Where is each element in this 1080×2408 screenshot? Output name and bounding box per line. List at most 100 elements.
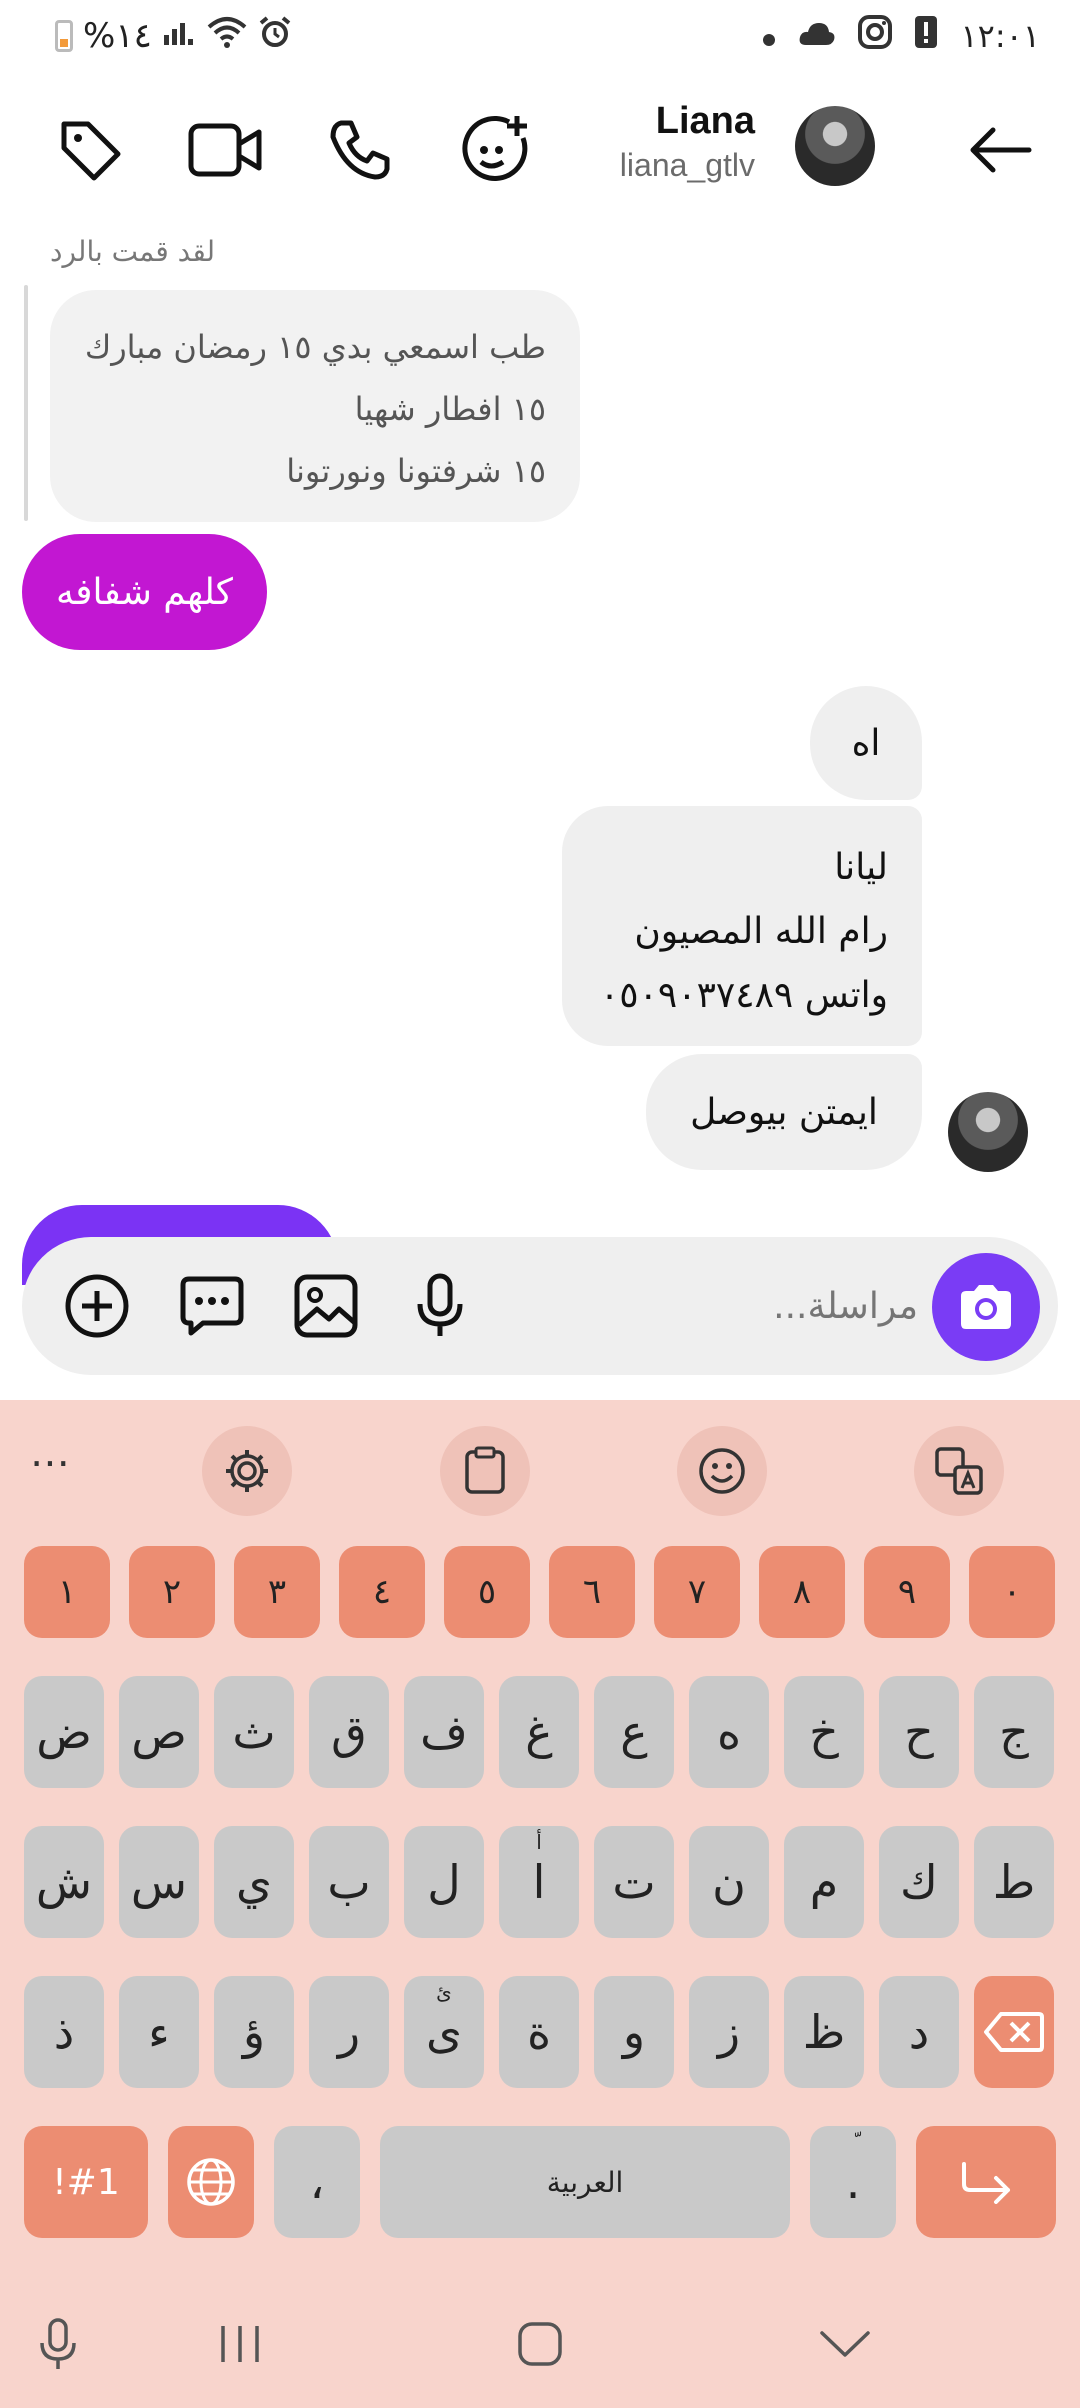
key-language[interactable] [168, 2126, 254, 2238]
key-tha[interactable]: ث [214, 1676, 294, 1788]
camera-button[interactable] [932, 1253, 1040, 1361]
reply-indicator-bar [24, 285, 28, 521]
incoming-message-bubble[interactable]: ليانا رام الله المصيون واتس ٠٥٠٩٠٣٧٤٨٩ [562, 806, 922, 1046]
outgoing-message-text: كلهم شفافه [56, 571, 233, 613]
key-5[interactable]: ٥ [444, 1546, 530, 1638]
key-4[interactable]: ٤ [339, 1546, 425, 1638]
key-alif-label: ا [532, 1855, 546, 1909]
hide-keyboard-icon[interactable] [805, 2304, 885, 2384]
voice-input-icon[interactable] [18, 2304, 98, 2384]
key-qaf[interactable]: ق [309, 1676, 389, 1788]
cloud-icon [798, 17, 836, 55]
key-period-label: . [845, 2155, 861, 2209]
key-alif-maqsura[interactable]: ئ ى [404, 1976, 484, 2088]
key-zah[interactable]: ظ [784, 1976, 864, 2088]
alarm-icon [258, 15, 292, 58]
phone-call-icon[interactable] [320, 110, 400, 190]
translate-icon[interactable] [914, 1426, 1004, 1516]
incoming-message-text: ايمتن بيوصل [690, 1091, 878, 1133]
replied-message-bubble[interactable]: طب اسمعي بدي ١٥ رمضان مبارك ١٥ افطار شهي… [50, 290, 580, 522]
video-call-icon[interactable] [185, 110, 265, 190]
key-alif-maqsura-alt: ئ [436, 1980, 452, 2004]
key-2[interactable]: ٢ [129, 1546, 215, 1638]
gallery-icon[interactable] [286, 1266, 366, 1346]
key-1[interactable]: ١ [24, 1546, 110, 1638]
key-alif[interactable]: أ ا [499, 1826, 579, 1938]
clipboard-icon[interactable] [440, 1426, 530, 1516]
key-3[interactable]: ٣ [234, 1546, 320, 1638]
key-dhal[interactable]: ذ [24, 1976, 104, 2088]
key-sad[interactable]: ص [119, 1676, 199, 1788]
battery-icon [55, 20, 73, 52]
status-bar: %١٤ ١٢:٠١ [0, 0, 1080, 72]
key-7[interactable]: ٧ [654, 1546, 740, 1638]
contact-username: liana_gtlv [619, 147, 755, 183]
add-circle-icon[interactable] [57, 1266, 137, 1346]
key-symbols[interactable]: !#1 [24, 2126, 148, 2238]
keyboard-more-button[interactable]: ⋯ [30, 1440, 72, 1486]
key-space[interactable]: العربية [380, 2126, 790, 2238]
keyboard-settings-icon[interactable] [202, 1426, 292, 1516]
wifi-icon [206, 15, 248, 58]
message-input[interactable] [538, 1272, 918, 1340]
key-ba[interactable]: ب [309, 1826, 389, 1938]
key-jim[interactable]: ج [974, 1676, 1054, 1788]
key-dad[interactable]: ض [24, 1676, 104, 1788]
emoji-icon[interactable] [677, 1426, 767, 1516]
battery-percent: %١٤ [83, 16, 152, 56]
key-backspace[interactable] [974, 1976, 1054, 2088]
key-sin[interactable]: س [119, 1826, 199, 1938]
contact-avatar[interactable] [795, 106, 875, 186]
replied-line: ١٥ شرفتونا ونورتونا [286, 452, 546, 490]
home-icon[interactable] [500, 2304, 580, 2384]
key-hamza[interactable]: ء [119, 1976, 199, 2088]
key-period[interactable]: ّ . [810, 2126, 896, 2238]
key-8[interactable]: ٨ [759, 1546, 845, 1638]
incoming-message-line: رام الله المصيون [634, 911, 888, 952]
key-ta[interactable]: ت [594, 1826, 674, 1938]
sticker-add-icon[interactable] [455, 110, 535, 190]
key-ra[interactable]: ر [309, 1976, 389, 2088]
key-shin[interactable]: ش [24, 1826, 104, 1938]
key-6[interactable]: ٦ [549, 1546, 635, 1638]
incoming-message-line: ليانا [834, 847, 888, 888]
chat-bubble-icon[interactable] [172, 1266, 252, 1346]
key-waw[interactable]: و [594, 1976, 674, 2088]
outgoing-message-bubble[interactable]: كلهم شفافه [22, 534, 267, 650]
key-ghain[interactable]: غ [499, 1676, 579, 1788]
sender-avatar[interactable] [948, 1092, 1028, 1172]
key-zay[interactable]: ز [689, 1976, 769, 2088]
microphone-icon[interactable] [400, 1266, 480, 1346]
key-9[interactable]: ٩ [864, 1546, 950, 1638]
key-ya[interactable]: ي [214, 1826, 294, 1938]
key-ta-marbuta[interactable]: ة [499, 1976, 579, 2088]
recent-apps-icon[interactable] [200, 2304, 280, 2384]
chat-title[interactable]: Liana liana_gtlv [620, 100, 755, 184]
incoming-message-text: اه [851, 722, 881, 764]
enter-icon [962, 2162, 1010, 2204]
key-tah[interactable]: ط [974, 1826, 1054, 1938]
key-nun[interactable]: ن [689, 1826, 769, 1938]
key-kaf[interactable]: ك [879, 1826, 959, 1938]
key-enter[interactable] [916, 2126, 1056, 2238]
key-comma[interactable]: ، [274, 2126, 360, 2238]
key-ain[interactable]: ع [594, 1676, 674, 1788]
notification-dot-icon [762, 17, 776, 55]
back-arrow-icon[interactable] [960, 110, 1040, 190]
tag-icon[interactable] [50, 110, 130, 190]
replied-line: طب اسمعي بدي ١٥ رمضان مبارك [84, 328, 546, 366]
message-composer [22, 1237, 1058, 1375]
key-fa[interactable]: ف [404, 1676, 484, 1788]
key-mim[interactable]: م [784, 1826, 864, 1938]
key-0[interactable]: ٠ [969, 1546, 1055, 1638]
incoming-message-bubble[interactable]: اه [810, 686, 922, 800]
key-waw-hamza[interactable]: ؤ [214, 1976, 294, 2088]
status-left: %١٤ [55, 14, 292, 58]
key-kha[interactable]: خ [784, 1676, 864, 1788]
key-dal[interactable]: د [879, 1976, 959, 2088]
key-hha[interactable]: ح [879, 1676, 959, 1788]
key-lam[interactable]: ل [404, 1826, 484, 1938]
key-ha[interactable]: ه [689, 1676, 769, 1788]
incoming-message-bubble[interactable]: ايمتن بيوصل [646, 1054, 922, 1170]
signal-icon [162, 16, 196, 56]
